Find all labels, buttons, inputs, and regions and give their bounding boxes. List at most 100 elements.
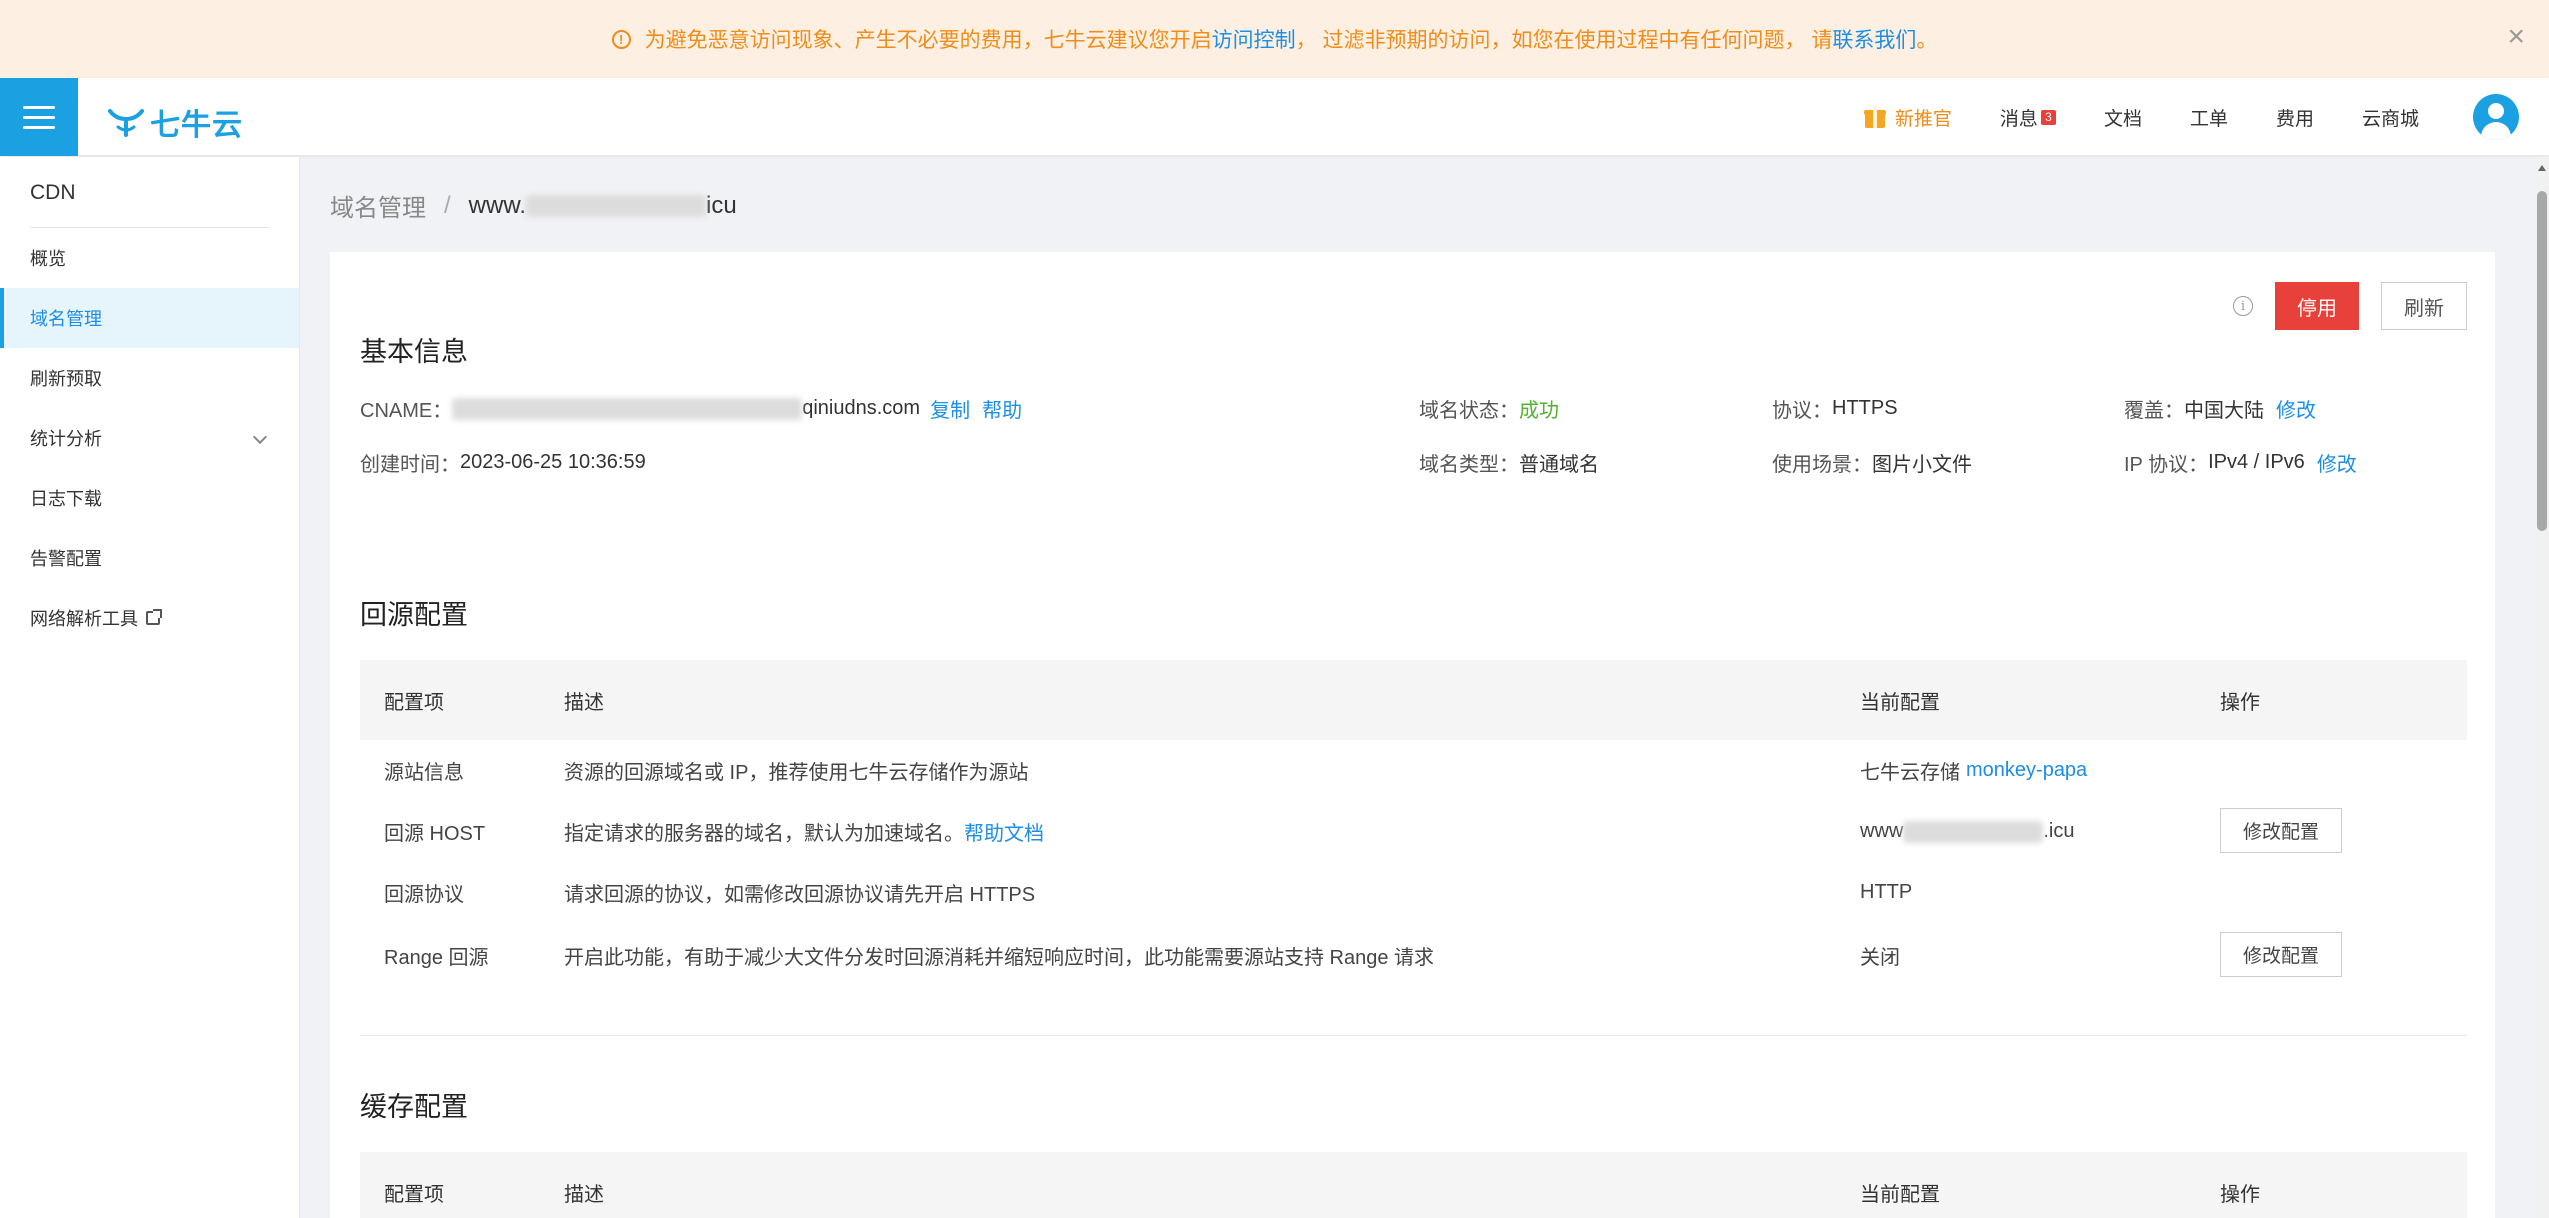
sidebar-item-dns-tool[interactable]: 网络解析工具 (0, 588, 299, 648)
row-current: HTTP (1860, 881, 1913, 903)
status-value: 成功 (1519, 400, 1559, 422)
sidebar-item-label: 统计分析 (30, 429, 102, 449)
notice-text-middle: ， 过滤非预期的访问，如您在使用过程中有任何问题， 请 (1295, 29, 1833, 52)
scroll-up-icon[interactable] (2538, 165, 2546, 171)
nav-market[interactable]: 云商城 (2362, 104, 2419, 131)
row-desc-text: 指定请求的服务器的域名，默认为加速域名。 (564, 823, 964, 845)
row-action: 修改配置 (2220, 931, 2343, 977)
gift-icon (1863, 106, 1886, 128)
row-current: 关闭 (1860, 946, 1900, 969)
row-current: www .icu (1860, 820, 2074, 843)
header-action: 操作 (2220, 691, 2260, 714)
hamburger-menu-button[interactable] (0, 78, 78, 156)
help-doc-link[interactable]: 帮助文档 (964, 823, 1044, 845)
disable-button[interactable]: 停用 (2275, 282, 2359, 330)
cname-row: CNAME： qiniudns.com 复制 帮助 (360, 394, 1022, 423)
contact-us-link[interactable]: 联系我们 (1832, 24, 1916, 54)
coverage-value: 中国大陆 (2184, 400, 2264, 422)
row-item: Range 回源 (384, 946, 489, 969)
user-avatar[interactable] (2473, 94, 2519, 140)
access-control-link[interactable]: 访问控制 (1212, 24, 1296, 54)
created-label: 创建时间： (360, 454, 460, 476)
cache-config-table: 配置项 描述 当前配置 操作 (360, 1152, 2467, 1218)
row-item: 回源协议 (384, 884, 464, 906)
row-current-prefix: www (1860, 820, 1904, 842)
scene-value: 图片小文件 (1872, 454, 1972, 476)
section-divider (360, 1035, 2467, 1036)
domain-detail-card: i 停用 刷新 基本信息 CNAME： qiniudns.com 复制 帮助 创… (330, 252, 2495, 1218)
table-row: 源站信息 资源的回源域名或 IP，推荐使用七牛云存储作为源站 七牛云存储 mon… (360, 740, 2467, 801)
close-icon[interactable]: × (2507, 22, 2525, 52)
coverage-row: 覆盖： 中国大陆 修改 (2124, 394, 2316, 423)
header-nav: 新推官 消息 3 文档 工单 费用 云商城 (1863, 78, 2419, 156)
header-current: 当前配置 (1860, 1183, 1940, 1206)
nav-billing[interactable]: 费用 (2276, 104, 2314, 131)
breadcrumb-parent[interactable]: 域名管理 (330, 188, 426, 223)
type-value: 普通域名 (1519, 454, 1599, 476)
protocol-label: 协议： (1772, 400, 1832, 422)
bucket-link[interactable]: monkey-papa (1966, 759, 2087, 782)
nav-docs[interactable]: 文档 (2104, 104, 2142, 131)
basic-info-title: 基本信息 (360, 337, 468, 367)
nav-tickets[interactable]: 工单 (2190, 104, 2228, 131)
nav-promo[interactable]: 新推官 (1863, 104, 1952, 131)
nav-messages-label: 消息 (1999, 108, 2038, 130)
sidebar-item-label: 网络解析工具 (30, 609, 138, 629)
row-item: 回源 HOST (384, 823, 486, 845)
protocol-value: HTTPS (1832, 397, 1898, 419)
row-current-suffix: .icu (2043, 820, 2075, 842)
avatar-body (2481, 122, 2511, 140)
header-desc: 描述 (564, 1183, 604, 1206)
sidebar-item-alerts[interactable]: 告警配置 (0, 528, 299, 588)
breadcrumb: 域名管理 / www. icu (330, 188, 737, 223)
breadcrumb-separator: / (444, 191, 451, 219)
redacted-host (1903, 820, 2044, 843)
created-value: 2023-06-25 10:36:59 (460, 451, 646, 473)
sidebar-item-refresh[interactable]: 刷新预取 (0, 348, 299, 408)
scene-row: 使用场景： 图片小文件 (1772, 448, 1972, 477)
page-scrollbar[interactable] (2535, 157, 2549, 1218)
ip-label: IP 协议： (2124, 454, 2209, 476)
top-actions: i 停用 刷新 (2233, 282, 2467, 330)
breadcrumb-current: www. icu (469, 192, 737, 220)
ip-value: IPv4 / IPv6 (2208, 451, 2305, 473)
row-desc: 资源的回源域名或 IP，推荐使用七牛云存储作为源站 (564, 762, 1029, 784)
origin-config-title: 回源配置 (360, 600, 468, 630)
sidebar-item-label: 日志下载 (30, 489, 102, 509)
sidebar-item-domains[interactable]: 域名管理 (0, 288, 299, 348)
redacted-domain (526, 194, 707, 217)
table-row: 回源协议 请求回源的协议，如需修改回源协议请先开启 HTTPS HTTP (360, 862, 2467, 923)
ip-edit-link[interactable]: 修改 (2317, 448, 2357, 477)
table-header: 配置项 描述 当前配置 操作 (360, 1152, 2467, 1218)
row-current-prefix: 七牛云存储 (1860, 762, 1960, 784)
row-desc: 开启此功能，有助于减少大文件分发时回源消耗并缩短响应时间，此功能需要源站支持 R… (564, 946, 1435, 969)
origin-config-table: 配置项 描述 当前配置 操作 源站信息 资源的回源域名或 IP，推荐使用七牛云存… (360, 660, 2467, 987)
chevron-down-icon (252, 429, 268, 445)
sidebar-item-label: 概览 (30, 249, 66, 269)
breadcrumb-current-suffix: icu (706, 191, 737, 219)
nav-messages[interactable]: 消息 3 (2000, 104, 2056, 131)
protocol-row: 协议： HTTPS (1772, 394, 1898, 423)
help-link[interactable]: 帮助 (982, 394, 1022, 423)
notice-text-after: 。 (1916, 29, 1938, 52)
header-item: 配置项 (384, 691, 444, 714)
cache-config-title: 缓存配置 (360, 1092, 468, 1122)
copy-link[interactable]: 复制 (930, 394, 970, 423)
header-desc: 描述 (564, 691, 604, 714)
sidebar-item-logs[interactable]: 日志下载 (0, 468, 299, 528)
scrollbar-thumb[interactable] (2537, 191, 2547, 531)
edit-config-button[interactable]: 修改配置 (2220, 808, 2343, 853)
info-icon[interactable]: i (2233, 296, 2253, 316)
header-action: 操作 (2220, 1183, 2260, 1206)
edit-config-button[interactable]: 修改配置 (2220, 931, 2343, 977)
coverage-edit-link[interactable]: 修改 (2276, 394, 2316, 423)
sidebar-item-overview[interactable]: 概览 (0, 228, 299, 288)
table-row: 回源 HOST 指定请求的服务器的域名，默认为加速域名。帮助文档 www .ic… (360, 801, 2467, 862)
status-label: 域名状态： (1419, 400, 1519, 422)
breadcrumb-current-prefix: www. (468, 191, 527, 219)
sidebar-item-statistics[interactable]: 统计分析 (0, 408, 299, 468)
refresh-button[interactable]: 刷新 (2381, 282, 2467, 330)
logo[interactable]: 七牛云 (108, 100, 243, 144)
sidebar-item-label: 域名管理 (30, 309, 102, 329)
sidebar-item-label: 刷新预取 (30, 369, 102, 389)
